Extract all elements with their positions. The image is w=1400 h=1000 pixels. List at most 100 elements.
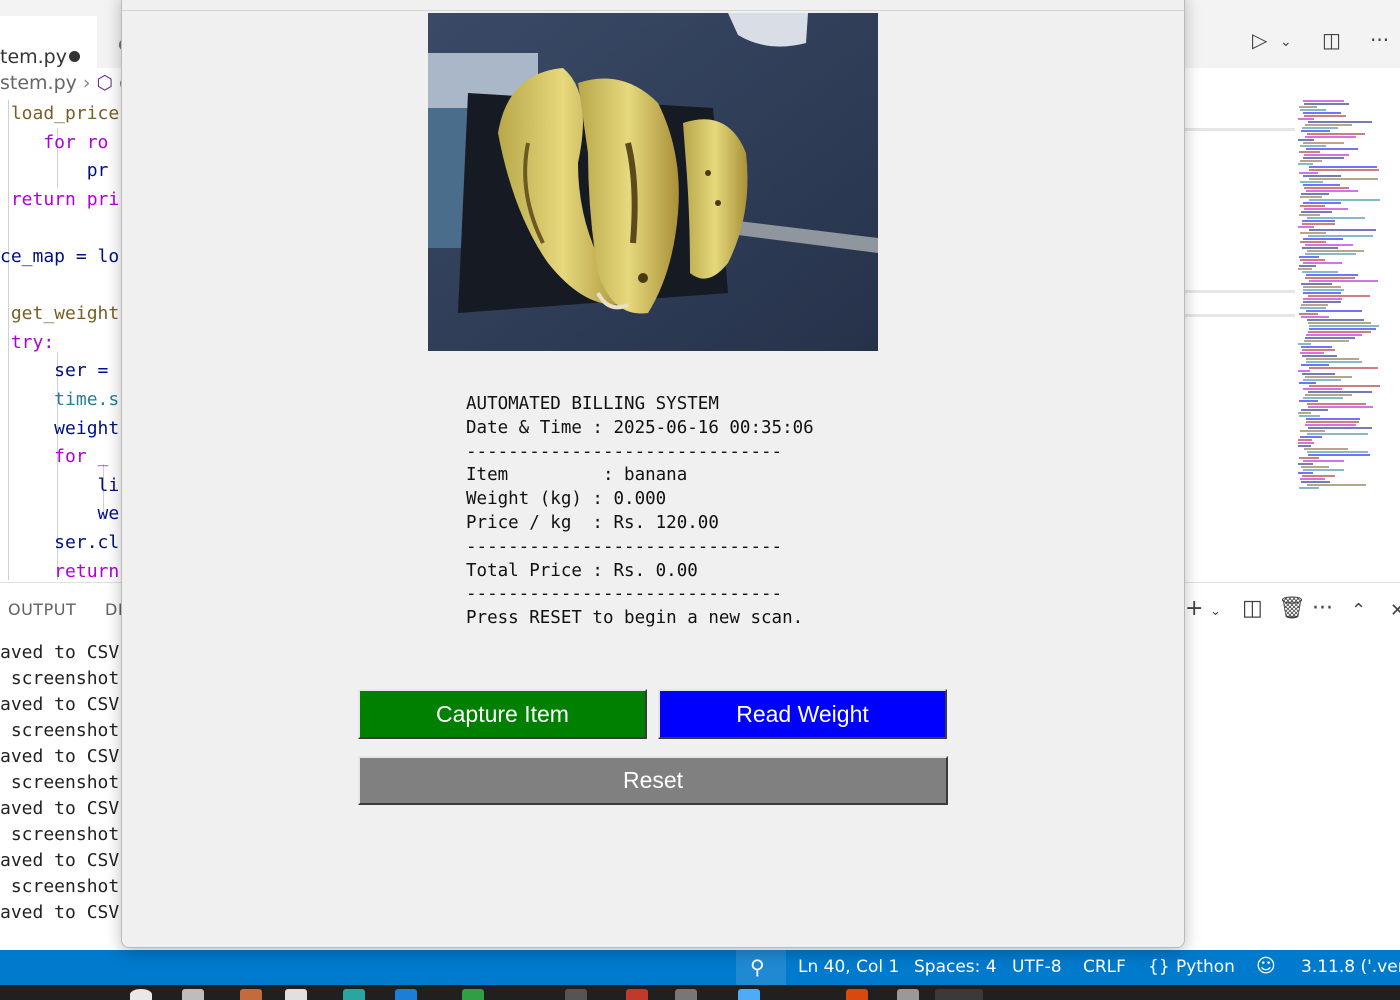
receipt-total: Total Price : Rs. 0.00 xyxy=(466,560,698,581)
app-icon[interactable] xyxy=(462,989,484,1000)
code-line: load_price xyxy=(0,103,120,124)
minimap-line xyxy=(1306,274,1358,276)
active-app-icon[interactable] xyxy=(935,989,983,1000)
capture-item-button[interactable]: Capture Item xyxy=(358,689,647,739)
code-line: ce_map = lo xyxy=(0,246,120,267)
app-icon[interactable] xyxy=(343,989,365,1000)
minimap-line xyxy=(1306,358,1359,360)
minimap-line xyxy=(1299,172,1318,174)
minimap-line xyxy=(1303,460,1344,462)
panel-tab-output[interactable]: OUTPUT xyxy=(8,600,76,619)
run-icon[interactable]: ▷ xyxy=(1252,28,1267,52)
minimap-line xyxy=(1307,133,1365,135)
minimap-line xyxy=(1298,463,1313,465)
minimap-line xyxy=(1306,421,1359,423)
unsaved-dot-icon[interactable] xyxy=(69,51,80,62)
minimap-line xyxy=(1301,304,1328,306)
minimap[interactable] xyxy=(1298,100,1388,500)
language-mode[interactable]: Python xyxy=(1176,957,1235,977)
minimap-line xyxy=(1300,145,1326,147)
minimap-line xyxy=(1307,484,1366,486)
minimap-line xyxy=(1309,169,1379,171)
minimap-line xyxy=(1298,163,1313,165)
zoom-indicator[interactable]: ⚲ xyxy=(736,950,786,985)
app-icon[interactable] xyxy=(675,989,697,1000)
maximize-panel-icon[interactable]: ⌃ xyxy=(1351,600,1366,621)
output-line: screenshot xyxy=(0,824,122,845)
minimap-line xyxy=(1301,481,1330,483)
app-icon[interactable] xyxy=(240,989,262,1000)
minimap-line xyxy=(1300,160,1322,162)
scroll-divider xyxy=(1184,290,1295,293)
minimap-line xyxy=(1298,343,1311,345)
minimap-line xyxy=(1300,241,1326,243)
minimap-line xyxy=(1305,277,1355,279)
trash-icon[interactable]: 🗑 xyxy=(1278,596,1306,621)
app-icon[interactable] xyxy=(738,989,760,1000)
minimap-line xyxy=(1305,376,1352,378)
app-icon[interactable] xyxy=(285,989,307,1000)
minimap-line xyxy=(1303,388,1342,390)
more-actions-icon[interactable]: ··· xyxy=(1370,28,1389,52)
minimap-line xyxy=(1308,454,1370,456)
chevron-down-icon[interactable]: ⌄ xyxy=(1210,604,1221,619)
minimap-line xyxy=(1299,487,1319,489)
minimap-line xyxy=(1307,250,1364,252)
output-line: aved to CSV: xyxy=(0,798,122,819)
minimap-line xyxy=(1303,292,1341,294)
search-icon[interactable] xyxy=(130,989,152,1000)
editor-tab-label: tem.py xyxy=(0,46,67,68)
minimap-line xyxy=(1304,154,1349,156)
minimap-line xyxy=(1299,265,1316,267)
app-icon[interactable] xyxy=(897,989,919,1000)
minimap-line xyxy=(1301,211,1332,213)
minimap-line xyxy=(1308,322,1371,324)
minimap-line xyxy=(1309,199,1380,201)
python-interpreter[interactable]: 3.11.8 ('.venv xyxy=(1301,957,1400,977)
output-line: screenshot xyxy=(0,876,122,897)
code-line: ser = xyxy=(0,360,120,382)
minimap-line xyxy=(1300,307,1326,309)
breadcrumb-file[interactable]: stem.py xyxy=(0,72,77,94)
minimap-line xyxy=(1308,235,1373,237)
minimap-line xyxy=(1302,475,1335,477)
app-icon[interactable] xyxy=(846,989,868,1000)
task-view-icon[interactable] xyxy=(182,989,204,1000)
minimap-line xyxy=(1309,166,1377,168)
app-icon[interactable] xyxy=(565,989,587,1000)
minimap-line xyxy=(1304,208,1348,210)
code-line: weight xyxy=(0,417,120,439)
split-panel-icon[interactable]: ◫ xyxy=(1242,596,1263,621)
minimap-line xyxy=(1300,181,1323,183)
line-ending[interactable]: CRLF xyxy=(1083,957,1126,977)
scroll-divider xyxy=(1184,128,1295,131)
cursor-position[interactable]: Ln 40, Col 1 xyxy=(798,957,899,977)
output-log[interactable]: aved to CSV: screenshot aved to CSV: scr… xyxy=(0,640,122,940)
minimap-line xyxy=(1302,127,1338,129)
minimap-line xyxy=(1308,406,1373,408)
reset-button[interactable]: Reset xyxy=(358,756,948,805)
indentation[interactable]: Spaces: 4 xyxy=(914,957,997,977)
copilot-icon[interactable]: ☺ xyxy=(1256,955,1276,977)
minimap-line xyxy=(1303,100,1344,102)
code-editor[interactable]: load_price for ro pr return pri ce_map = … xyxy=(0,100,122,580)
app-icon[interactable] xyxy=(395,989,417,1000)
output-line: aved to CSV: xyxy=(0,746,122,767)
minimap-line xyxy=(1309,367,1378,369)
chevron-down-icon[interactable]: ⌄ xyxy=(1280,34,1292,50)
code-line: get_weight xyxy=(0,303,120,325)
encoding[interactable]: UTF-8 xyxy=(1012,957,1062,977)
minimap-line xyxy=(1299,313,1318,315)
minimap-line xyxy=(1307,403,1366,405)
minimap-line xyxy=(1308,121,1372,123)
minimap-line xyxy=(1306,310,1362,312)
minimap-line xyxy=(1309,328,1376,330)
split-editor-icon[interactable]: ◫ xyxy=(1322,28,1341,52)
editor-tab-active[interactable]: tem.py xyxy=(0,16,97,68)
more-actions-icon[interactable]: ··· xyxy=(1312,596,1333,621)
new-terminal-icon[interactable]: + xyxy=(1185,596,1203,621)
app-icon[interactable] xyxy=(626,989,648,1000)
read-weight-button[interactable]: Read Weight xyxy=(658,689,947,739)
close-icon[interactable]: ✕ xyxy=(1390,600,1400,621)
minimap-line xyxy=(1301,364,1329,366)
